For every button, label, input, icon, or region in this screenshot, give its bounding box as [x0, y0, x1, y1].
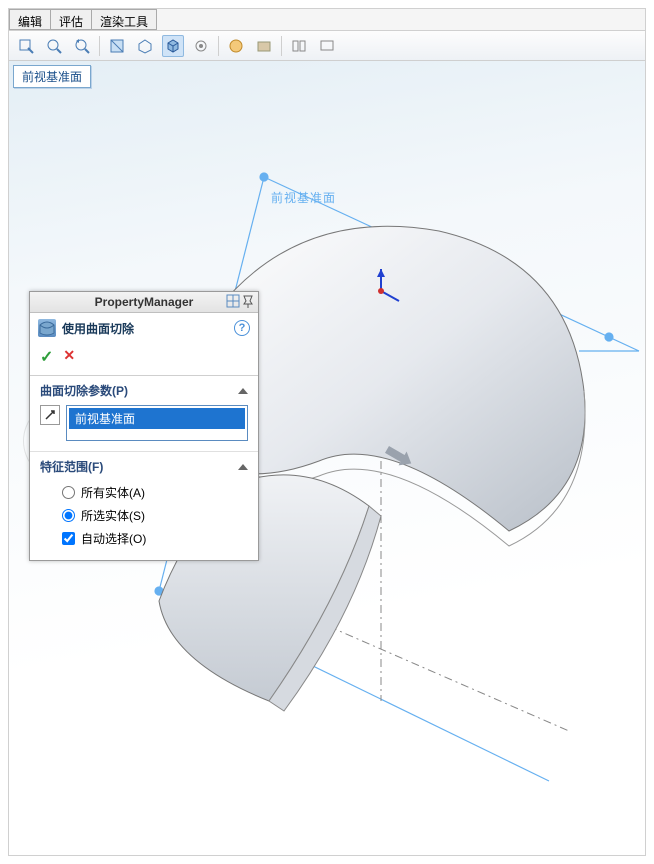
- app-window: 编辑 评估 渲染工具 前视基准面: [8, 8, 646, 856]
- chevron-up-icon: [238, 464, 248, 470]
- view-orient-icon[interactable]: [134, 35, 156, 57]
- section-scope-label: 特征范围(F): [40, 458, 103, 475]
- cancel-button[interactable]: ✕: [63, 347, 75, 367]
- feature-name: 使用曲面切除: [62, 320, 134, 337]
- section-params-label: 曲面切除参数(P): [40, 382, 128, 399]
- radio-all-input[interactable]: [62, 486, 75, 499]
- radio-selected-bodies[interactable]: 所选实体(S): [40, 504, 248, 527]
- check-auto-select[interactable]: 自动选择(O): [40, 527, 248, 550]
- cut-with-surface-icon: [38, 319, 56, 337]
- stamp-border-right: [640, 0, 654, 864]
- stamp-border-bottom: [0, 850, 654, 864]
- feature-header: 使用曲面切除 ?: [30, 313, 258, 343]
- radio-selected-label: 所选实体(S): [81, 507, 145, 524]
- fullscreen-icon[interactable]: [316, 35, 338, 57]
- pm-title: PropertyManager: [30, 292, 258, 313]
- check-auto-label: 自动选择(O): [81, 530, 146, 547]
- view-toolbar: [9, 31, 645, 61]
- scene-icon[interactable]: [253, 35, 275, 57]
- chevron-up-icon: [238, 388, 248, 394]
- selected-plane-item[interactable]: 前视基准面: [69, 408, 245, 429]
- hide-show-icon[interactable]: [190, 35, 212, 57]
- zoom-area-icon[interactable]: [43, 35, 65, 57]
- radio-all-label: 所有实体(A): [81, 484, 145, 501]
- pm-grid-icon[interactable]: [226, 294, 240, 311]
- appearance-icon[interactable]: [225, 35, 247, 57]
- confirm-row: ✓ ✕: [30, 343, 258, 376]
- ok-button[interactable]: ✓: [40, 347, 53, 367]
- section-view-icon[interactable]: [106, 35, 128, 57]
- zoom-fit-icon[interactable]: [15, 35, 37, 57]
- flip-direction-button[interactable]: [40, 405, 60, 425]
- radio-all-bodies[interactable]: 所有实体(A): [40, 481, 248, 504]
- toolbar-separator: [218, 36, 219, 56]
- check-auto-input[interactable]: [62, 532, 75, 545]
- toolbar-separator: [281, 36, 282, 56]
- selection-list[interactable]: 前视基准面: [66, 405, 248, 441]
- prev-view-icon[interactable]: [71, 35, 93, 57]
- toolbar-separator: [99, 36, 100, 56]
- help-icon[interactable]: ?: [234, 320, 250, 336]
- pushpin-icon[interactable]: [242, 294, 254, 311]
- section-feature-scope: 特征范围(F) 所有实体(A) 所选实体(S) 自动选择(O): [30, 452, 258, 560]
- section-head-scope[interactable]: 特征范围(F): [40, 458, 248, 475]
- section-cut-params: 曲面切除参数(P) 前视基准面: [30, 376, 258, 452]
- view-settings-icon[interactable]: [288, 35, 310, 57]
- stamp-border-left: [0, 0, 14, 864]
- plane-label: 前视基准面: [271, 189, 336, 206]
- radio-selected-input[interactable]: [62, 509, 75, 522]
- property-manager-panel: PropertyManager 使用曲面切除 ? ✓ ✕ 曲面切除参数(P): [29, 291, 259, 561]
- section-head-params[interactable]: 曲面切除参数(P): [40, 382, 248, 399]
- stamp-border-top: [0, 0, 654, 14]
- pm-title-text: PropertyManager: [95, 295, 194, 309]
- display-style-icon[interactable]: [162, 35, 184, 57]
